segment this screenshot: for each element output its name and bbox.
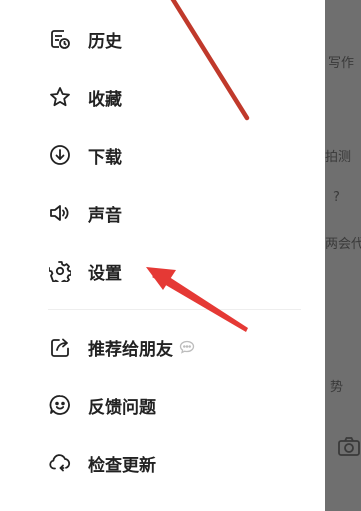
- gear-icon: [48, 259, 72, 283]
- menu-item-sound[interactable]: 声音: [48, 198, 308, 228]
- bg-text-fragment: 拍测: [325, 150, 352, 165]
- bg-text-fragment: 势: [330, 380, 344, 395]
- menu-label-favorites: 收藏: [88, 89, 122, 110]
- download-icon: [48, 143, 72, 167]
- menu-item-settings[interactable]: 设置: [48, 256, 308, 286]
- menu-item-feedback[interactable]: 反馈问题: [48, 390, 308, 420]
- refresh-cloud-icon: [48, 451, 72, 475]
- side-drawer: 历史 收藏 下载 声音 设置 推荐给朋友 反馈问题 检查更新: [0, 0, 325, 511]
- feedback-smile-icon: [48, 393, 72, 417]
- bg-text-fragment: 写作: [328, 56, 355, 71]
- menu-item-recommend[interactable]: 推荐给朋友: [48, 332, 308, 362]
- menu-label-download: 下载: [88, 147, 122, 168]
- menu-label-history: 历史: [88, 31, 122, 52]
- menu-label-settings: 设置: [88, 263, 122, 284]
- menu-label-feedback: 反馈问题: [88, 397, 156, 418]
- menu-divider: [48, 309, 301, 310]
- menu-item-check-update[interactable]: 检查更新: [48, 448, 308, 478]
- bg-text-fragment: ?: [333, 190, 340, 205]
- history-icon: [48, 27, 72, 51]
- menu-item-history[interactable]: 历史: [48, 24, 308, 54]
- star-icon: [48, 85, 72, 109]
- menu-item-favorites[interactable]: 收藏: [48, 82, 308, 112]
- camera-icon: [337, 436, 361, 462]
- dimmed-background-page[interactable]: 写作 拍测 ? 两会代 势: [325, 0, 361, 511]
- menu-item-download[interactable]: 下载: [48, 140, 308, 170]
- speaker-icon: [48, 201, 72, 225]
- menu-label-sound: 声音: [88, 205, 122, 226]
- share-icon: [48, 335, 72, 359]
- bg-text-fragment: 两会代: [325, 237, 361, 252]
- chat-bubble-icon: [179, 340, 195, 354]
- menu-label-check-update: 检查更新: [88, 455, 156, 476]
- menu-label-recommend: 推荐给朋友: [88, 339, 173, 360]
